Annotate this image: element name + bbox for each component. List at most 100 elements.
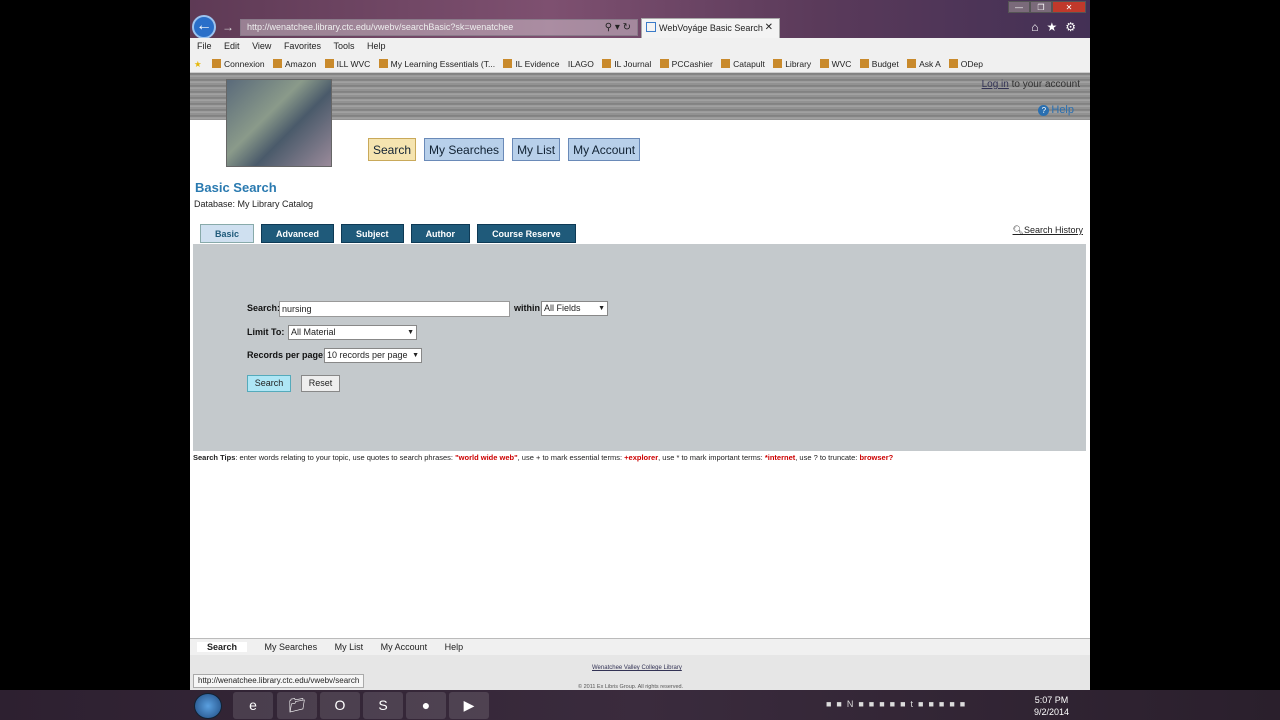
forward-button[interactable]: → bbox=[222, 20, 234, 34]
search-input[interactable]: nursing bbox=[279, 301, 510, 317]
bookmark-icon bbox=[721, 59, 731, 68]
menu-tools[interactable]: Tools bbox=[333, 41, 354, 51]
favorites-star-icon[interactable]: ★ bbox=[194, 59, 202, 69]
fav-ask-a[interactable]: Ask A bbox=[907, 59, 940, 69]
tab-title: WebVoyáge Basic Search bbox=[659, 23, 763, 33]
limit-select[interactable]: All Material bbox=[288, 325, 417, 340]
browser-titlebar: ← → http://wenatchee.library.ctc.edu/vwe… bbox=[190, 0, 1090, 39]
browser-tab[interactable]: WebVoyáge Basic Search ✕ bbox=[641, 18, 780, 38]
records-select[interactable]: 10 records per page bbox=[324, 348, 422, 363]
gear-icon[interactable]: ⚙ bbox=[1065, 20, 1084, 34]
explorer-taskbar-icon[interactable]: 📁︎ bbox=[277, 692, 317, 719]
page-content: Log in to your account ? Help Search My S… bbox=[190, 73, 1090, 690]
bookmark-icon bbox=[859, 59, 869, 68]
bookmark-icon bbox=[503, 59, 513, 68]
fav-il-evidence[interactable]: IL Evidence bbox=[503, 59, 560, 69]
fav-odep[interactable]: ODep bbox=[948, 59, 983, 69]
fav-library[interactable]: Library bbox=[773, 59, 811, 69]
bookmark-icon bbox=[602, 59, 612, 68]
media-taskbar-icon[interactable]: ▶ bbox=[449, 692, 489, 719]
ie-taskbar-icon[interactable]: e bbox=[233, 692, 273, 719]
footer-nav-my-account[interactable]: My Account bbox=[381, 642, 428, 652]
page-favicon-icon bbox=[646, 22, 656, 32]
nav-my-account[interactable]: My Account bbox=[568, 138, 641, 161]
fav-amazon[interactable]: Amazon bbox=[273, 59, 316, 69]
footer-nav: Search My Searches My List My Account He… bbox=[190, 638, 1090, 655]
close-window-button[interactable]: ✕ bbox=[1052, 1, 1086, 13]
within-label: within bbox=[514, 303, 540, 313]
tab-advanced[interactable]: Advanced bbox=[261, 224, 335, 243]
limit-label: Limit To: bbox=[247, 327, 285, 337]
login-link[interactable]: Log in bbox=[982, 79, 1009, 90]
menu-favorites[interactable]: Favorites bbox=[284, 41, 321, 51]
outlook-taskbar-icon[interactable]: O bbox=[320, 692, 360, 719]
search-history-link[interactable]: 🔍︎Search History bbox=[1013, 225, 1083, 236]
nav-search[interactable]: Search bbox=[368, 138, 417, 161]
browser-tool-icons: ⌂★⚙ bbox=[1031, 20, 1084, 34]
status-url: http://wenatchee.library.ctc.edu/vwebv/s… bbox=[193, 674, 365, 688]
menu-edit[interactable]: Edit bbox=[224, 41, 240, 51]
bookmark-icon bbox=[773, 59, 783, 68]
bookmark-icon bbox=[212, 59, 221, 68]
favorites-star-icon[interactable]: ★ bbox=[1046, 20, 1065, 34]
app-taskbar-icon[interactable]: S bbox=[363, 692, 403, 719]
address-bar[interactable]: http://wenatchee.library.ctc.edu/vwebv/s… bbox=[240, 19, 638, 36]
bookmark-icon bbox=[948, 59, 958, 68]
menu-view[interactable]: View bbox=[252, 41, 271, 51]
footer-nav-my-list[interactable]: My List bbox=[335, 642, 364, 652]
search-label: Search: bbox=[247, 303, 281, 313]
browser-window: ← → http://wenatchee.library.ctc.edu/vwe… bbox=[190, 0, 1090, 690]
tab-course-reserve[interactable]: Course Reserve bbox=[477, 224, 576, 243]
fav-budget[interactable]: Budget bbox=[859, 59, 899, 69]
tab-basic[interactable]: Basic bbox=[200, 224, 255, 243]
globe-taskbar-icon[interactable]: ● bbox=[406, 692, 446, 719]
fav-ill-wvc[interactable]: ILL WVC bbox=[324, 59, 370, 69]
login-line: Log in to your account bbox=[982, 79, 1080, 90]
menu-help[interactable]: Help bbox=[367, 41, 386, 51]
desktop-left bbox=[0, 0, 190, 690]
help-link[interactable]: ? Help bbox=[1038, 104, 1074, 116]
library-link[interactable]: Wenatchee Valley College Library bbox=[592, 665, 682, 671]
footer-nav-my-searches[interactable]: My Searches bbox=[265, 642, 318, 652]
clock[interactable]: 5:07 PM 9/2/2014 bbox=[1034, 694, 1069, 718]
bookmark-icon bbox=[907, 59, 917, 68]
records-label: Records per page: bbox=[247, 350, 327, 360]
close-tab-icon[interactable]: ✕ bbox=[765, 19, 773, 37]
fav-connexion[interactable]: Connexion bbox=[212, 59, 265, 69]
address-text: http://wenatchee.library.ctc.edu/vwebv/s… bbox=[247, 22, 514, 32]
bookmark-icon bbox=[273, 59, 283, 68]
fav-il-journal[interactable]: IL Journal bbox=[602, 59, 651, 69]
minimize-button[interactable]: — bbox=[1008, 1, 1030, 13]
footer-nav-help[interactable]: Help bbox=[445, 642, 464, 652]
footer-nav-search[interactable]: Search bbox=[197, 642, 248, 652]
search-tips: Search Tips: enter words relating to you… bbox=[193, 453, 894, 462]
window-controls: — ❐ ✕ bbox=[1008, 1, 1086, 13]
tab-author[interactable]: Author bbox=[410, 224, 471, 243]
fav-catapult[interactable]: Catapult bbox=[721, 59, 765, 69]
fav-my-learning[interactable]: My Learning Essentials (T... bbox=[378, 59, 495, 69]
reset-button[interactable]: Reset bbox=[301, 375, 340, 392]
system-tray-icons[interactable]: ■■N■■■■■t■■■■■ bbox=[826, 699, 970, 709]
search-button[interactable]: Search bbox=[247, 375, 291, 392]
bookmark-icon bbox=[659, 59, 669, 68]
tab-subject[interactable]: Subject bbox=[341, 224, 404, 243]
start-button[interactable] bbox=[194, 693, 222, 719]
login-suffix: to your account bbox=[1008, 79, 1080, 90]
restore-button[interactable]: ❐ bbox=[1030, 1, 1052, 13]
nav-my-list[interactable]: My List bbox=[512, 138, 561, 161]
nav-my-searches[interactable]: My Searches bbox=[424, 138, 505, 161]
taskbar: e 📁︎ O S ● ▶ ■■N■■■■■t■■■■■ 5:07 PM 9/2/… bbox=[0, 690, 1280, 720]
home-icon[interactable]: ⌂ bbox=[1031, 20, 1046, 34]
clock-date: 9/2/2014 bbox=[1034, 707, 1070, 717]
clock-time: 5:07 PM bbox=[1034, 695, 1069, 705]
fav-wvc[interactable]: WVC bbox=[819, 59, 851, 69]
fav-pccashier[interactable]: PCCashier bbox=[659, 59, 713, 69]
back-button[interactable]: ← bbox=[192, 15, 216, 39]
within-select[interactable]: All Fields bbox=[541, 301, 608, 316]
fav-ilago[interactable]: ILAGO bbox=[568, 59, 594, 69]
search-refresh-icons[interactable]: ⚲ ▾ ↻ bbox=[605, 20, 631, 35]
help-question-icon: ? bbox=[1038, 105, 1050, 116]
bookmark-icon bbox=[324, 59, 334, 68]
menu-file[interactable]: File bbox=[197, 41, 212, 51]
search-tabs: Basic Advanced Subject Author Course Res… bbox=[200, 224, 576, 243]
